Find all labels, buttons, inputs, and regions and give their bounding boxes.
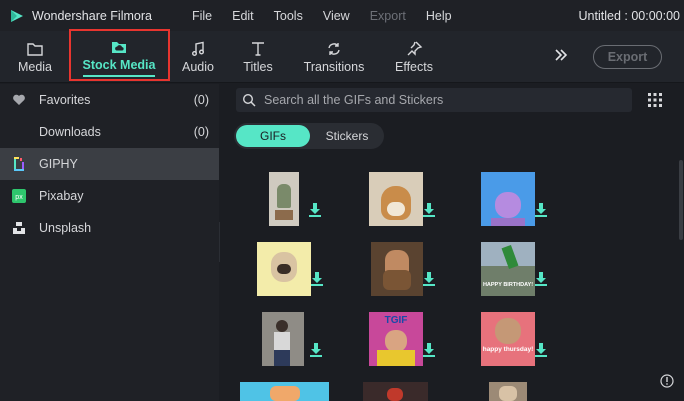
sidebar-item-label: Downloads <box>39 125 101 139</box>
gif-thumbnail[interactable] <box>489 382 527 401</box>
folder-icon <box>27 43 43 56</box>
info-icon[interactable] <box>660 374 674 388</box>
tab-gifs[interactable]: GIFs <box>236 125 310 147</box>
app-title: Wondershare Filmora <box>32 8 152 23</box>
menu-tools[interactable]: Tools <box>264 9 313 23</box>
project-title: Untitled : 00:00:00 <box>578 9 680 23</box>
gif-thumbnail[interactable] <box>369 172 423 226</box>
giphy-logo-icon <box>14 157 24 171</box>
module-tabbar: Media Stock Media Audio Titles Transitio… <box>0 31 684 83</box>
download-icon[interactable] <box>310 343 322 357</box>
content-scrollbar[interactable] <box>679 160 683 240</box>
sidebar-item-label: Pixabay <box>39 189 84 203</box>
gif-thumbnail[interactable] <box>262 312 304 366</box>
tab-stock-media-label: Stock Media <box>82 58 156 77</box>
download-icon[interactable] <box>311 272 323 286</box>
tab-audio[interactable]: Audio <box>178 31 218 83</box>
gif-thumbnail[interactable] <box>371 242 423 296</box>
gif-thumbnail[interactable]: happy thursday! <box>481 312 535 366</box>
gif-thumbnail[interactable] <box>481 172 535 226</box>
pixabay-logo-icon: px <box>12 189 26 203</box>
download-icon[interactable] <box>309 203 321 217</box>
thumbnail-caption: happy thursday! <box>482 346 534 353</box>
gif-thumbnail[interactable] <box>257 242 311 296</box>
download-icon[interactable] <box>535 343 547 357</box>
download-icon[interactable] <box>423 272 435 286</box>
sidebar-item-label: Unsplash <box>39 221 92 235</box>
thumbnail-caption: TGIF <box>384 315 408 326</box>
tab-media-label: Media <box>17 60 53 74</box>
search-input[interactable]: Search all the GIFs and Stickers <box>236 88 632 112</box>
title-bar: Wondershare Filmora File Edit Tools View… <box>0 0 684 31</box>
tab-transitions-label: Transitions <box>303 60 365 74</box>
downloads-count: (0) <box>193 125 209 139</box>
tab-stock-media[interactable]: Stock Media <box>72 31 166 83</box>
gif-thumbnail[interactable]: HAPPY BIRTHDAY! <box>481 242 535 296</box>
tab-effects[interactable]: Effects <box>392 31 436 83</box>
tab-media[interactable]: Media <box>14 31 56 83</box>
sidebar-item-favorites[interactable]: Favorites (0) <box>0 84 219 116</box>
media-type-toggle: GIFs Stickers <box>234 123 384 149</box>
text-t-icon <box>252 42 264 56</box>
download-icon[interactable] <box>535 272 547 286</box>
heart-icon <box>13 94 25 105</box>
double-chevron-right-icon[interactable] <box>553 47 569 63</box>
tab-transitions[interactable]: Transitions <box>302 31 366 83</box>
sidebar-item-unsplash[interactable]: Unsplash <box>0 212 219 244</box>
export-button[interactable]: Export <box>593 45 662 69</box>
svg-text:px: px <box>15 194 23 201</box>
search-icon <box>242 93 256 107</box>
music-note-icon <box>192 41 204 56</box>
download-icon[interactable] <box>423 343 435 357</box>
unsplash-logo-icon <box>13 222 25 234</box>
tab-audio-label: Audio <box>182 60 214 74</box>
tab-titles-label: Titles <box>243 60 273 74</box>
tab-titles[interactable]: Titles <box>238 31 278 83</box>
download-icon[interactable] <box>535 203 547 217</box>
thumbnail-caption: HAPPY BIRTHDAY! <box>482 282 534 288</box>
sparkle-pin-icon <box>407 41 423 56</box>
sidebar-item-label: GIPHY <box>39 157 78 171</box>
cloud-folder-icon <box>112 41 126 53</box>
sidebar-item-downloads[interactable]: Downloads (0) <box>0 116 219 148</box>
sidebar-item-label: Favorites <box>39 93 91 107</box>
tab-stickers[interactable]: Stickers <box>314 123 380 149</box>
menu-bar: File Edit Tools View Export Help <box>182 9 462 23</box>
gif-thumbnail[interactable]: TGIF <box>369 312 423 366</box>
favorites-count: (0) <box>193 93 209 107</box>
gif-thumbnail[interactable] <box>363 382 428 401</box>
tab-effects-label: Effects <box>395 60 433 74</box>
source-sidebar: Favorites (0) Downloads (0) GIPHY px Pix… <box>0 84 219 401</box>
menu-edit[interactable]: Edit <box>222 9 264 23</box>
menu-view[interactable]: View <box>313 9 360 23</box>
search-placeholder: Search all the GIFs and Stickers <box>264 93 444 107</box>
gif-thumbnail[interactable] <box>269 172 299 226</box>
transition-arrows-icon <box>328 43 340 55</box>
download-icon[interactable] <box>423 203 435 217</box>
menu-file[interactable]: File <box>182 9 222 23</box>
sidebar-item-giphy[interactable]: GIPHY <box>0 148 219 180</box>
filmora-logo-icon <box>11 9 23 22</box>
gif-thumbnail[interactable] <box>240 382 329 401</box>
grid-view-icon[interactable] <box>648 93 662 107</box>
menu-help[interactable]: Help <box>416 9 462 23</box>
sidebar-item-pixabay[interactable]: px Pixabay <box>0 180 219 212</box>
menu-export[interactable]: Export <box>360 9 416 23</box>
